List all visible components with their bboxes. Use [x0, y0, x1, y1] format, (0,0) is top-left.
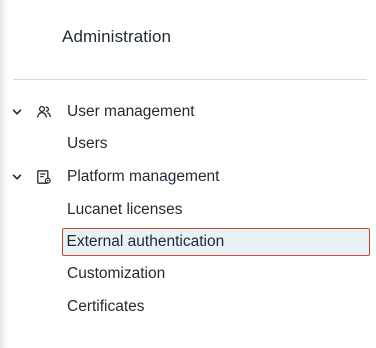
nav-group-platform-management[interactable]: Platform management [0, 162, 376, 192]
nav-group-label: User management [67, 103, 195, 120]
platform-settings-icon [36, 169, 52, 185]
sidebar-item-label: External authentication [66, 233, 225, 250]
sidebar-item-certificates[interactable]: Certificates [62, 293, 370, 321]
sidebar-item-label: Certificates [67, 298, 145, 315]
users-icon [36, 104, 52, 120]
sidebar-item-label: Users [67, 135, 108, 152]
sidebar-item-external-authentication[interactable]: External authentication [62, 228, 370, 256]
sidebar-item-label: Customization [67, 265, 166, 282]
sidebar-divider [13, 79, 367, 80]
nav-group-label: Platform management [67, 168, 220, 185]
sidebar-item-customization[interactable]: Customization [62, 260, 370, 288]
admin-sidebar: Administration User management Users Pla… [0, 0, 376, 348]
sidebar-title: Administration [62, 27, 172, 46]
chevron-down-icon[interactable] [10, 105, 24, 119]
sidebar-item-lucanet-licenses[interactable]: Lucanet licenses [62, 196, 370, 224]
sidebar-item-users[interactable]: Users [62, 130, 370, 158]
chevron-down-icon[interactable] [10, 170, 24, 184]
nav-group-user-management[interactable]: User management [0, 97, 376, 127]
sidebar-item-label: Lucanet licenses [67, 201, 183, 218]
